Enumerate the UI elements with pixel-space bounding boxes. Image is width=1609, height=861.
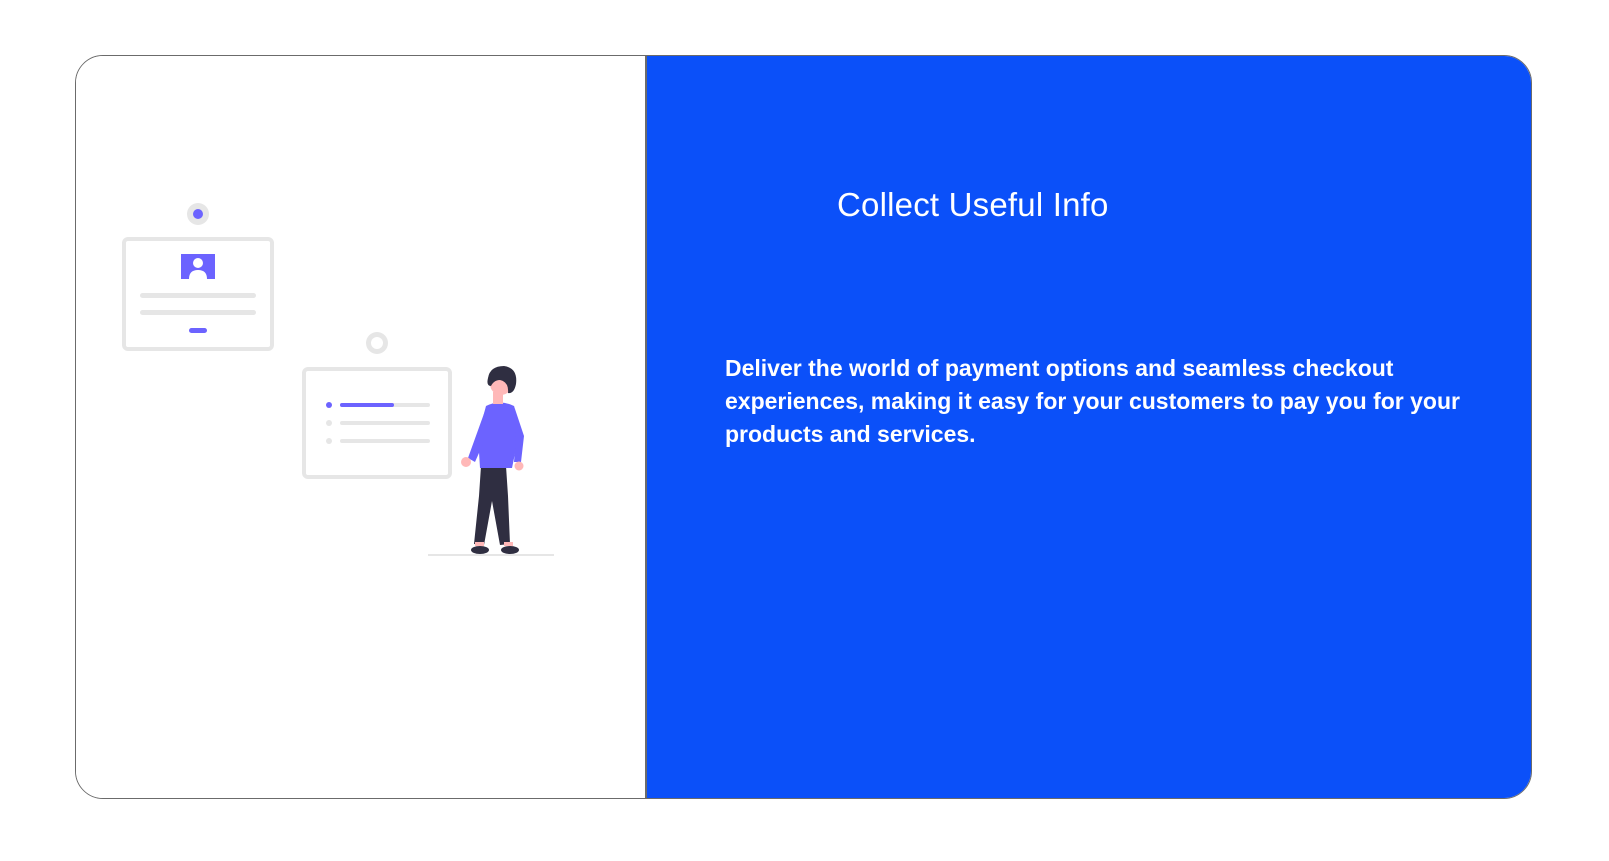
feature-description: Deliver the world of payment options and…	[725, 355, 1460, 447]
list-card-pin	[366, 332, 388, 354]
info-panel: Collect Useful Info Deliver the world of…	[647, 56, 1531, 798]
feature-title: Collect Useful Info	[837, 186, 1109, 223]
profile-card-pin	[187, 203, 209, 225]
person-viewing-info-cards-illustration	[122, 203, 554, 556]
illustration-panel	[76, 56, 647, 798]
feature-card: Collect Useful Info Deliver the world of…	[75, 55, 1532, 799]
ground-line	[428, 554, 554, 556]
profile-card-graphic	[122, 237, 274, 351]
list-card-graphic	[302, 367, 452, 479]
person-figure	[461, 366, 524, 554]
